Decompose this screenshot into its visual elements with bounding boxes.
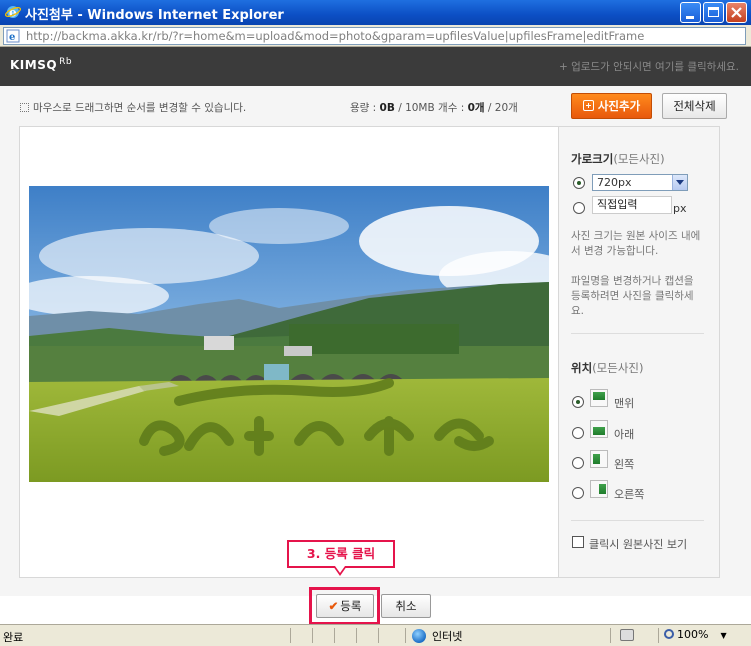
minimize-button[interactable] bbox=[680, 2, 701, 23]
align-bottom-icon bbox=[590, 420, 608, 438]
capacity-max: / 10MB bbox=[394, 102, 435, 114]
status-sep bbox=[334, 628, 335, 643]
title-bar: e 사진첨부 - Windows Internet Explorer bbox=[0, 0, 751, 25]
width-select[interactable]: 720px bbox=[592, 174, 688, 191]
status-sep bbox=[290, 628, 291, 643]
count-label: 개수 : bbox=[434, 102, 468, 114]
side-divider-1 bbox=[571, 333, 704, 334]
maximize-icon bbox=[708, 7, 719, 17]
instruction-callout: 3. 등록 클릭 bbox=[287, 540, 395, 568]
status-sep bbox=[312, 628, 313, 643]
uploaded-photo[interactable] bbox=[29, 186, 549, 482]
width-title-text: 가로크기 bbox=[571, 152, 614, 166]
align-right-icon bbox=[590, 480, 608, 498]
align-top-icon bbox=[590, 389, 608, 407]
position-label-bottom: 아래 bbox=[614, 428, 635, 441]
count-used: 0개 bbox=[467, 102, 485, 114]
photo-options-panel bbox=[559, 126, 720, 578]
status-sep bbox=[405, 628, 406, 643]
drag-hint-text: 마우스로 드래그하면 순서를 변경할 수 있습니다. bbox=[33, 102, 247, 114]
drag-hint: 마우스로 드래그하면 순서를 변경할 수 있습니다. bbox=[20, 100, 246, 115]
status-sep bbox=[378, 628, 379, 643]
zoom-control[interactable]: 100% ▼ bbox=[664, 628, 727, 641]
position-title: 위치(모든사진) bbox=[571, 360, 643, 376]
width-title: 가로크기(모든사진) bbox=[571, 151, 665, 167]
internet-explorer-icon: e bbox=[5, 6, 21, 20]
drag-box-icon bbox=[20, 103, 29, 112]
minimize-icon bbox=[686, 16, 694, 19]
upload-header: KIMSQ Rb + 업로드가 안되시면 여기를 클릭하세요. bbox=[0, 47, 751, 86]
position-radio-right[interactable] bbox=[572, 487, 584, 499]
width-select-value: 720px bbox=[597, 176, 632, 189]
position-label-left: 왼쪽 bbox=[614, 458, 635, 471]
landscape-image bbox=[29, 186, 549, 482]
magnifier-icon bbox=[664, 629, 674, 639]
svg-text:e: e bbox=[9, 32, 15, 43]
protected-mode-icon[interactable] bbox=[620, 629, 634, 641]
resize-note: 사진 크기는 원본 사이즈 내에서 변경 가능합니다. bbox=[571, 230, 701, 257]
register-button[interactable]: ✔ 등록 bbox=[316, 594, 374, 618]
maximize-button[interactable] bbox=[703, 2, 724, 23]
logo-text: KIMSQ bbox=[10, 58, 58, 72]
position-title-text: 위치 bbox=[571, 361, 593, 375]
plus-icon bbox=[582, 100, 594, 111]
url-field[interactable]: e http://backma.akka.kr/rb/?r=home&m=upl… bbox=[3, 27, 746, 45]
view-original-label: 클릭시 원본사진 보기 bbox=[589, 538, 688, 551]
close-icon bbox=[731, 7, 742, 18]
width-custom-input[interactable]: 직접입력 bbox=[592, 196, 672, 214]
capacity-used: 0B bbox=[379, 102, 395, 114]
add-photo-label: 사진추가 bbox=[597, 101, 641, 113]
width-preset-radio[interactable] bbox=[573, 177, 585, 189]
register-label: 등록 bbox=[340, 601, 362, 613]
checkmark-icon: ✔ bbox=[328, 601, 339, 613]
zoom-level: 100% bbox=[677, 628, 709, 641]
caption-note: 파일명을 변경하거나 캡션을 등록하려면 사진을 클릭하세요. bbox=[571, 275, 694, 317]
px-unit-label: px bbox=[673, 202, 687, 215]
chevron-down-icon bbox=[672, 175, 687, 190]
align-left-icon bbox=[590, 450, 608, 468]
address-bar: e http://backma.akka.kr/rb/?r=home&m=upl… bbox=[0, 25, 751, 47]
side-divider-2 bbox=[571, 520, 704, 521]
url-text: http://backma.akka.kr/rb/?r=home&m=uploa… bbox=[26, 29, 645, 43]
capacity-label: 용량 : bbox=[350, 102, 380, 114]
delete-all-button[interactable]: 전체삭제 bbox=[662, 93, 727, 119]
view-original-checkbox[interactable] bbox=[572, 536, 584, 548]
logo-sup: Rb bbox=[59, 57, 73, 67]
globe-icon bbox=[412, 629, 426, 643]
count-max: / 20개 bbox=[484, 102, 518, 114]
chevron-down-icon: ▼ bbox=[720, 631, 727, 640]
window-title: 사진첨부 - Windows Internet Explorer bbox=[25, 8, 284, 23]
upload-help-link[interactable]: + 업로드가 안되시면 여기를 클릭하세요. bbox=[559, 59, 739, 74]
position-radio-bottom[interactable] bbox=[572, 427, 584, 439]
position-label-top: 맨위 bbox=[614, 397, 635, 410]
position-radio-left[interactable] bbox=[572, 457, 584, 469]
width-custom-radio[interactable] bbox=[573, 202, 585, 214]
position-label-right: 오른쪽 bbox=[614, 488, 645, 501]
upload-toolbar: 마우스로 드래그하면 순서를 변경할 수 있습니다. 용량 : 0B / 10M… bbox=[0, 86, 751, 126]
status-text: 완료 bbox=[3, 631, 24, 644]
status-bar: 완료 인터넷 100% ▼ bbox=[0, 624, 751, 646]
add-photo-button[interactable]: 사진추가 bbox=[571, 93, 652, 119]
security-zone: 인터넷 bbox=[412, 628, 462, 644]
position-radio-top[interactable] bbox=[572, 396, 584, 408]
width-title-sub: (모든사진) bbox=[613, 152, 665, 166]
cancel-button[interactable]: 취소 bbox=[381, 594, 431, 618]
callout-tail-inner bbox=[335, 566, 345, 573]
capacity-info: 용량 : 0B / 10MB 개수 : 0개 / 20개 bbox=[350, 100, 518, 115]
status-sep bbox=[356, 628, 357, 643]
status-sep bbox=[658, 628, 659, 643]
close-button[interactable] bbox=[726, 2, 747, 23]
page-icon: e bbox=[6, 29, 20, 43]
kimsq-logo: KIMSQ Rb bbox=[10, 57, 72, 72]
status-sep bbox=[610, 628, 611, 643]
zone-label: 인터넷 bbox=[432, 630, 463, 643]
position-title-sub: (모든사진) bbox=[592, 361, 644, 375]
